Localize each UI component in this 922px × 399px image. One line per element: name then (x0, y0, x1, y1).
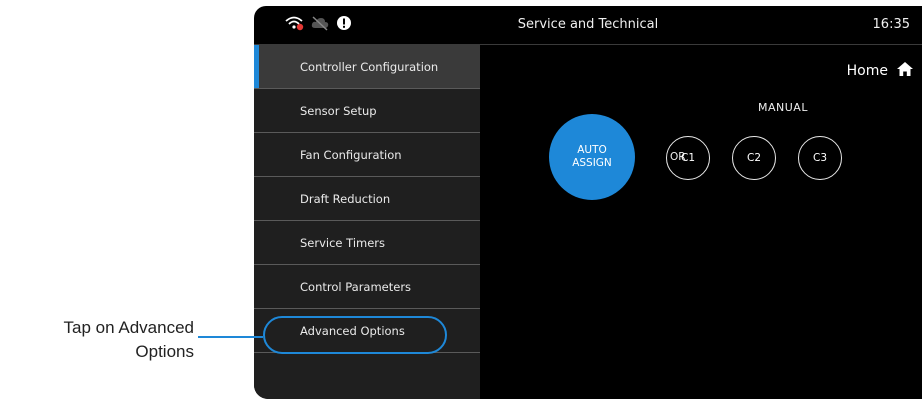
clock: 16:35 (872, 17, 910, 32)
sidebar-item-label: Service Timers (300, 235, 386, 250)
channel-label: C3 (812, 152, 827, 164)
channel-button-c2[interactable]: C2 (732, 136, 776, 180)
callout-line2: Options (135, 342, 194, 361)
page-title: Service and Technical (517, 17, 659, 32)
manual-label: MANUAL (758, 101, 808, 114)
channel-button-c3[interactable]: C3 (798, 136, 842, 180)
main-panel: Home MANUAL AUTO ASSIGN OR C1 C2 C3 (480, 45, 922, 399)
sidebar-item-sensor-setup[interactable]: Sensor Setup (254, 89, 480, 133)
auto-assign-button[interactable]: AUTO ASSIGN (549, 114, 635, 200)
auto-assign-line2: ASSIGN (572, 157, 612, 169)
sidebar-item-draft-reduction[interactable]: Draft Reduction (254, 177, 480, 221)
sidebar-item-controller-configuration[interactable]: Controller Configuration (254, 45, 480, 89)
callout-connector (198, 336, 263, 338)
status-bar: Service and Technical 16:35 (254, 6, 922, 45)
sidebar-item-label: Sensor Setup (300, 103, 377, 118)
auto-assign-line1: AUTO (577, 144, 607, 156)
sidebar-item-service-timers[interactable]: Service Timers (254, 221, 480, 265)
channel-label: C2 (746, 152, 761, 164)
home-label: Home (846, 63, 888, 79)
sidebar-item-label: Control Parameters (300, 279, 412, 294)
sidebar-item-label: Fan Configuration (300, 147, 402, 162)
home-button[interactable]: Home (847, 61, 914, 81)
channel-button-c1[interactable]: C1 (666, 136, 710, 180)
callout-annotation: Tap on Advanced Options (0, 316, 194, 364)
sidebar-item-label: Controller Configuration (300, 59, 439, 74)
sidebar-item-label: Draft Reduction (300, 191, 391, 206)
advanced-options-highlight (263, 316, 447, 354)
home-icon (896, 61, 914, 81)
sidebar-item-control-parameters[interactable]: Control Parameters (254, 265, 480, 309)
channel-label: C1 (680, 152, 695, 164)
sidebar-item-fan-configuration[interactable]: Fan Configuration (254, 133, 480, 177)
sidebar-empty-area (254, 353, 480, 399)
callout-line1: Tap on Advanced (63, 318, 194, 337)
